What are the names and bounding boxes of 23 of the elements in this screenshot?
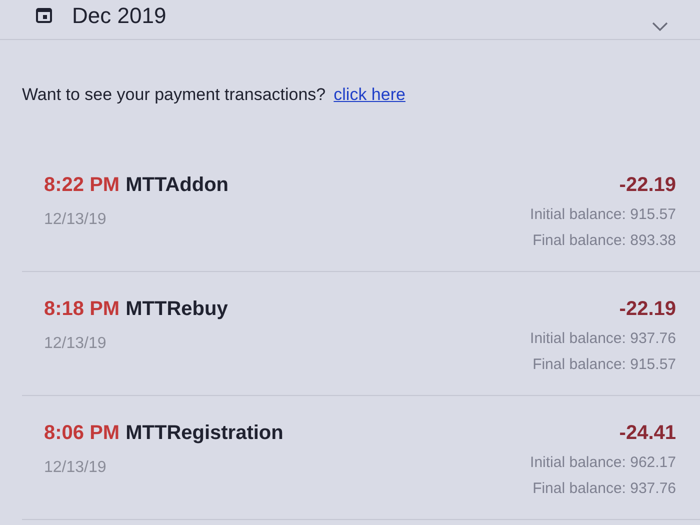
transaction-time: 8:18 PM bbox=[44, 296, 120, 322]
transaction-time: 8:06 PM bbox=[44, 420, 120, 446]
final-balance: Final balance: 915.57 bbox=[532, 355, 676, 375]
month-label: Dec 2019 bbox=[72, 2, 166, 30]
initial-balance: Initial balance: 962.17 bbox=[530, 452, 676, 472]
calendar-icon bbox=[36, 8, 52, 24]
transaction-date: 12/13/19 bbox=[44, 334, 108, 354]
month-picker[interactable]: Dec 2019 bbox=[0, 0, 700, 40]
notice-text: Want to see your payment transactions? bbox=[22, 84, 326, 106]
transaction-name: MTTRegistration bbox=[126, 420, 284, 446]
final-balance: Final balance: 893.38 bbox=[532, 231, 676, 251]
initial-balance: Initial balance: 937.76 bbox=[530, 328, 676, 348]
click-here-link[interactable]: click here bbox=[334, 82, 406, 108]
transaction-date: 12/13/19 bbox=[44, 458, 108, 478]
transaction-name: MTTAddon bbox=[126, 172, 229, 198]
transaction-amount: -22.19 bbox=[619, 172, 676, 198]
transaction-date: 12/13/19 bbox=[44, 210, 108, 230]
initial-balance: Initial balance: 915.57 bbox=[530, 204, 676, 224]
transaction-amount: -22.19 bbox=[619, 296, 676, 322]
transaction-name: MTTRebuy bbox=[126, 296, 228, 322]
final-balance: Final balance: 937.76 bbox=[532, 479, 676, 499]
transaction-time: 8:22 PM bbox=[44, 172, 120, 198]
transaction-amount: -24.41 bbox=[619, 420, 676, 446]
